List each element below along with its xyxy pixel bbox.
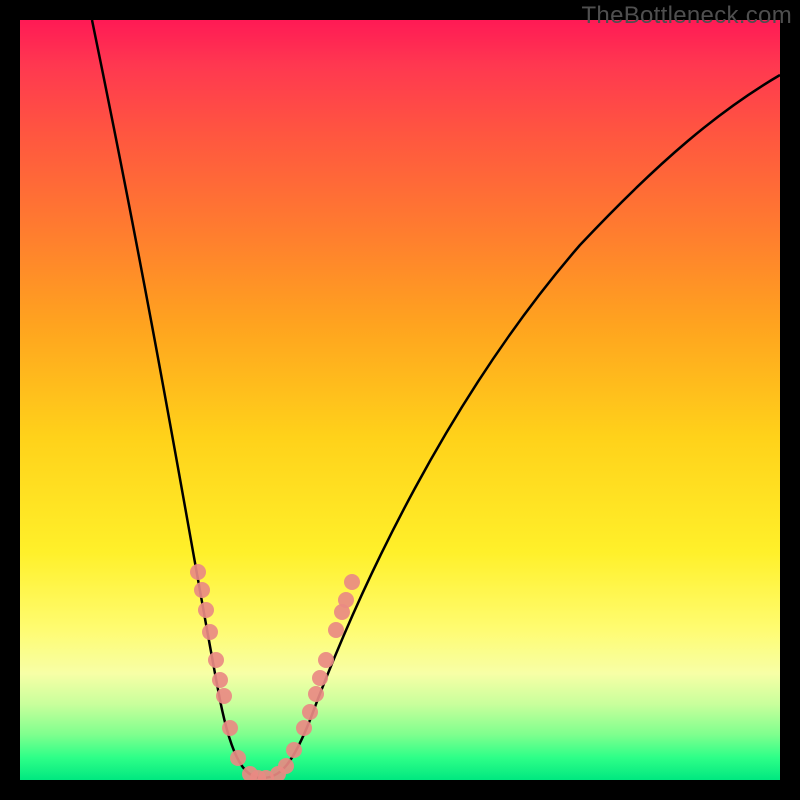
curve-marker [190, 564, 206, 580]
curve-marker [296, 720, 312, 736]
curve-marker [318, 652, 334, 668]
watermark-text: TheBottleneck.com [581, 2, 792, 30]
curve-marker [286, 742, 302, 758]
curve-marker [338, 592, 354, 608]
curve-marker [198, 602, 214, 618]
curve-marker [216, 688, 232, 704]
plot-area [20, 20, 780, 780]
curve-marker [302, 704, 318, 720]
curve-layer [20, 20, 780, 780]
curve-marker [230, 750, 246, 766]
chart-frame: TheBottleneck.com [0, 0, 800, 800]
curve-marker [278, 758, 294, 774]
curve-marker [344, 574, 360, 590]
curve-marker [208, 652, 224, 668]
curve-marker [212, 672, 228, 688]
bottleneck-curve [92, 20, 780, 778]
curve-marker [222, 720, 238, 736]
curve-marker [312, 670, 328, 686]
curve-marker [328, 622, 344, 638]
curve-marker [202, 624, 218, 640]
curve-marker [308, 686, 324, 702]
curve-marker [194, 582, 210, 598]
